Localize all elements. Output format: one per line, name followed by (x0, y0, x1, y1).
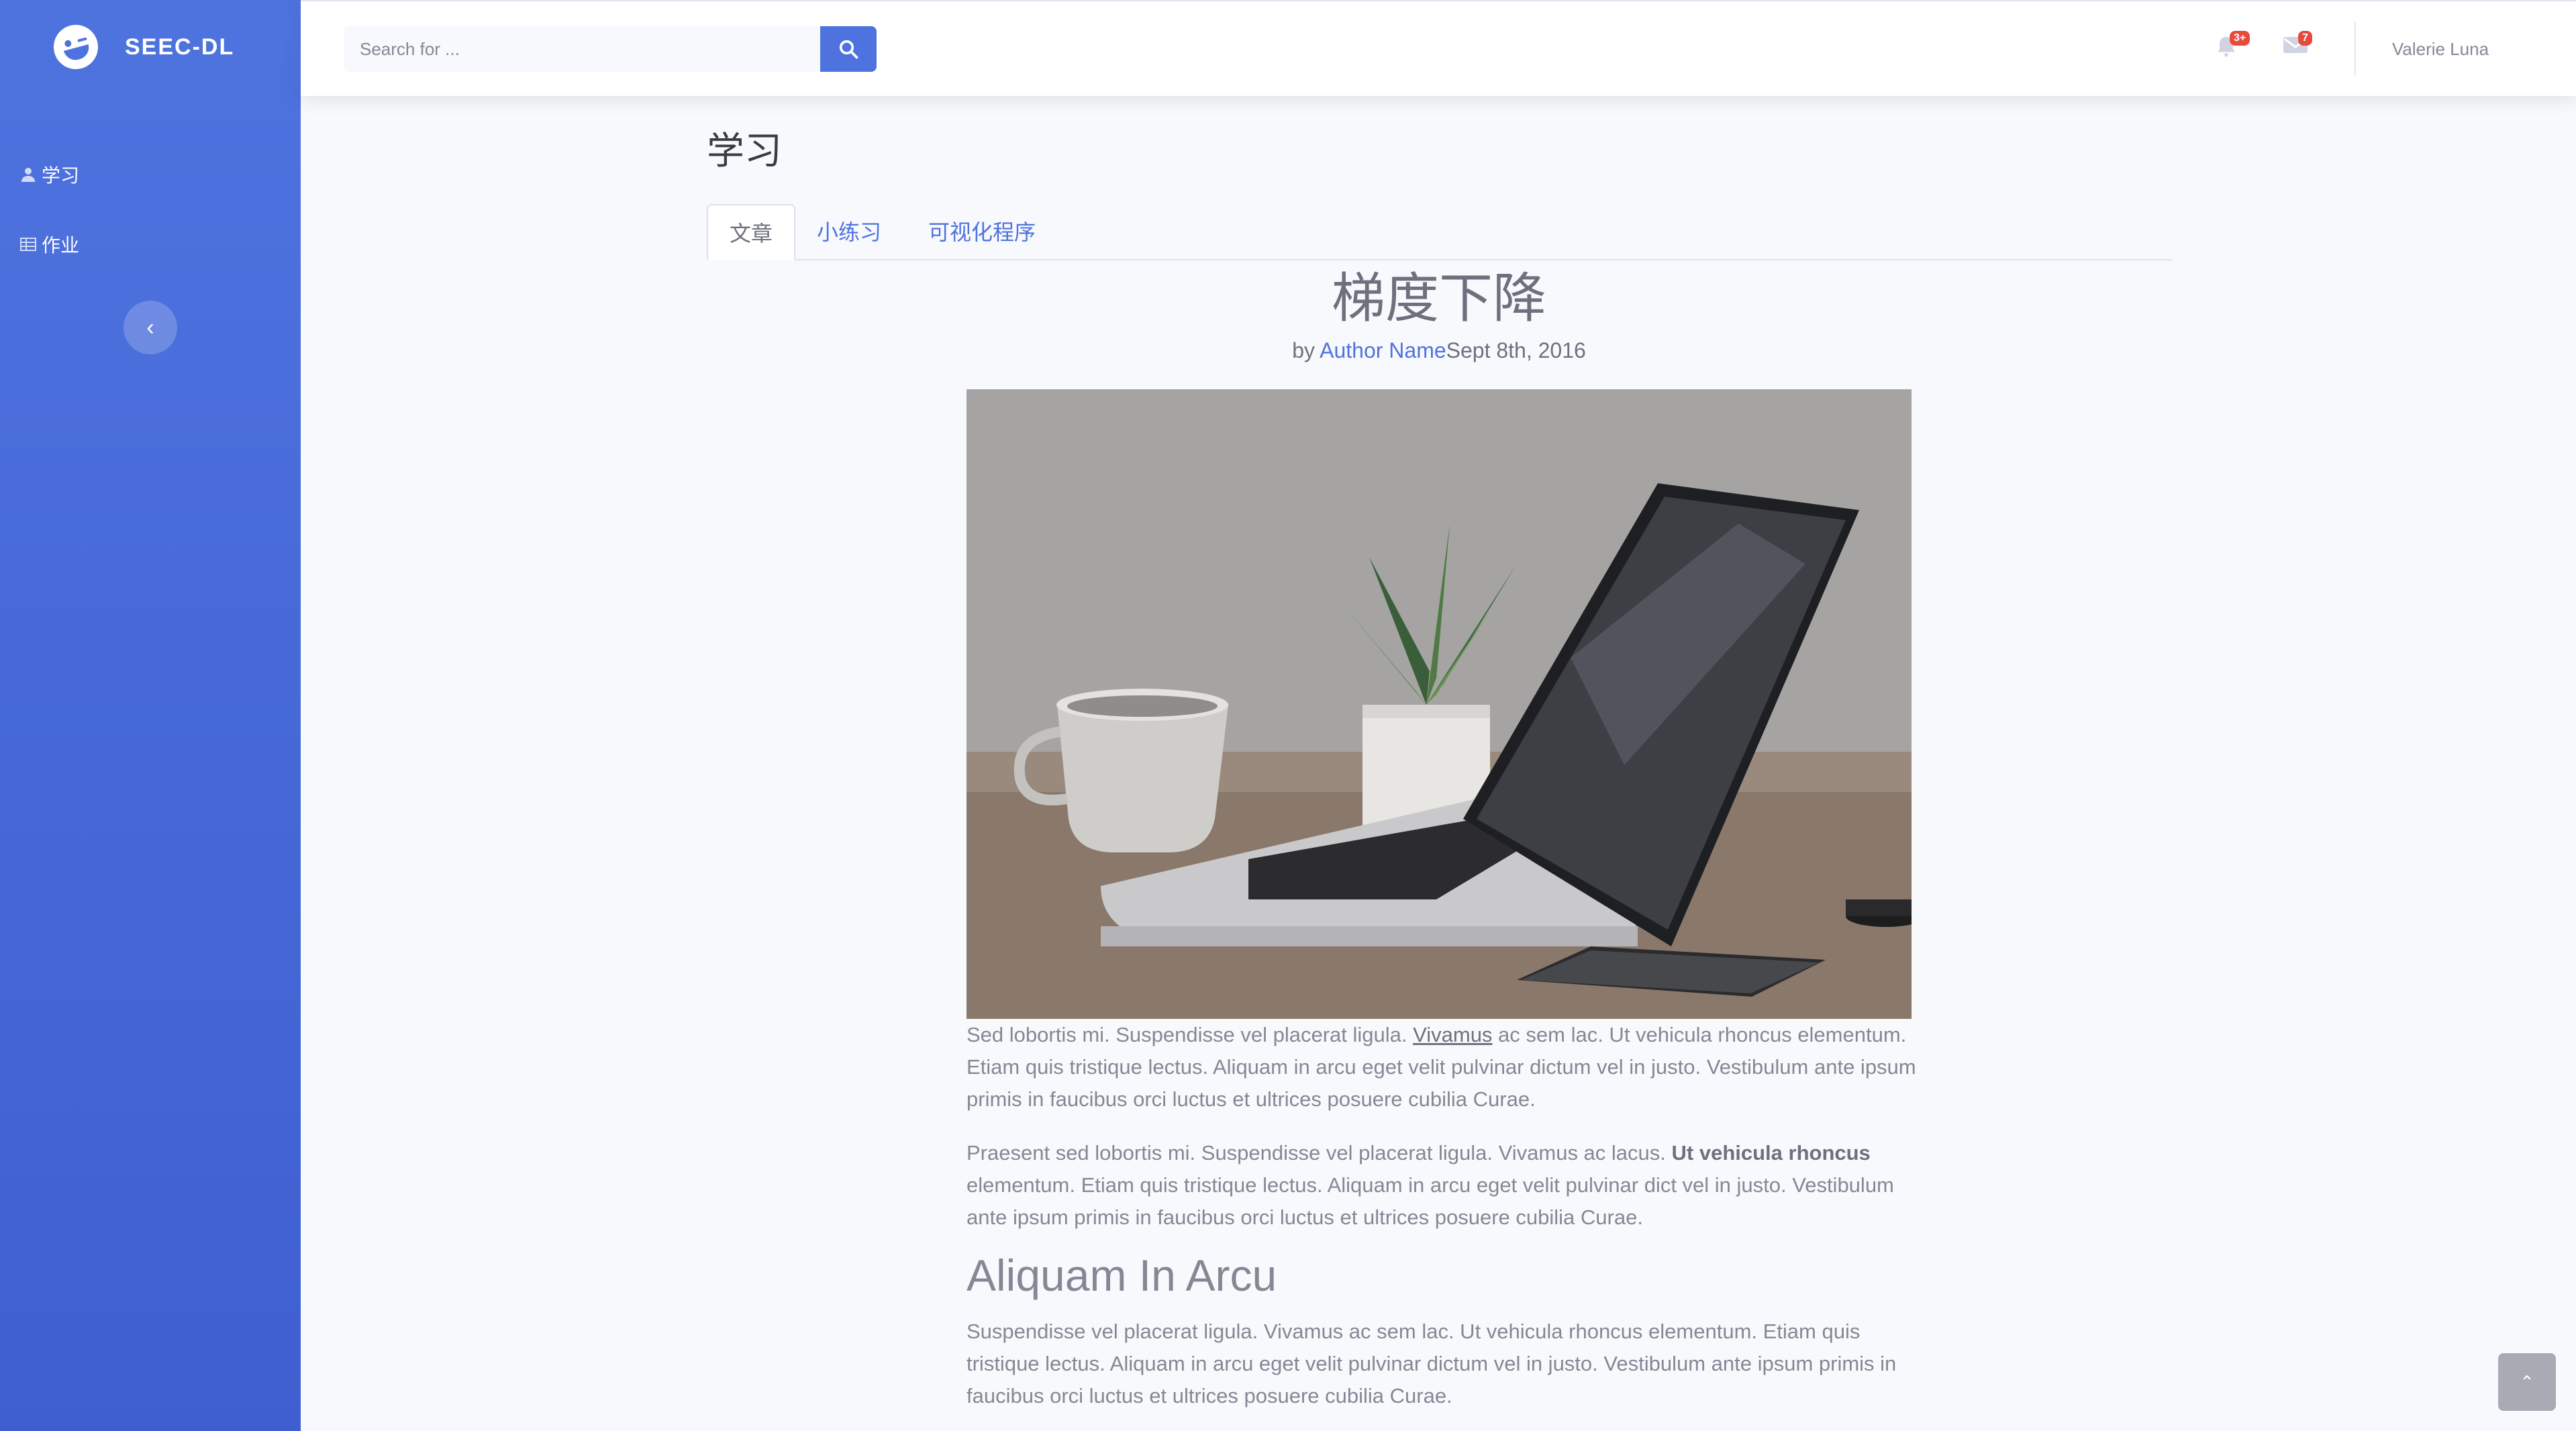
chevron-left-icon: ‹ (146, 314, 154, 340)
vivamus-link[interactable]: Vivamus (1413, 1023, 1492, 1046)
messages-badge: 7 (2298, 31, 2312, 46)
sidebar-item-label: 作业 (42, 235, 80, 256)
search-form (344, 26, 877, 72)
table-icon (20, 238, 36, 251)
alerts-button[interactable]: 3+ (2215, 31, 2250, 62)
section-heading: Aliquam In Arcu (967, 1250, 1277, 1300)
brand-link[interactable]: SEEC-DL (48, 19, 235, 75)
article-byline: by Author NameSept 8th, 2016 (967, 338, 1912, 363)
user-name[interactable]: Valerie Luna (2392, 39, 2489, 60)
scroll-to-top-button[interactable]: ⌃ (2498, 1353, 2556, 1411)
sidebar-item-homework[interactable]: 作业 (20, 231, 79, 258)
search-icon (839, 40, 858, 59)
sidebar-item-label: 学习 (42, 165, 80, 186)
alerts-badge: 3+ (2230, 31, 2250, 46)
tab-article[interactable]: 文章 (707, 204, 796, 260)
user-icon (21, 168, 35, 182)
laughing-face-icon (48, 19, 103, 75)
article-date: Sept 8th, 2016 (1446, 338, 1586, 362)
brand-name: SEEC-DL (125, 34, 235, 60)
search-button[interactable] (820, 26, 877, 72)
byline-prefix: by (1292, 338, 1320, 362)
article-paragraph-1: Sed lobortis mi. Suspendisse vel placera… (967, 1023, 1916, 1111)
search-input[interactable] (344, 26, 820, 72)
tab-visualization[interactable]: 可视化程序 (907, 204, 1057, 260)
topbar-divider (2355, 21, 2356, 75)
article-paragraph-3: Suspendisse vel placerat ligula. Vivamus… (967, 1320, 1897, 1408)
article-hero-image (967, 389, 1912, 1019)
topbar: 3+ 7 Valerie Luna (301, 0, 2576, 96)
sidebar: SEEC-DL 学习 作业 ‹ (0, 0, 301, 1431)
author-link[interactable]: Author Name (1320, 338, 1446, 362)
chevron-up-icon: ⌃ (2520, 1371, 2534, 1392)
article-paragraph-2: Praesent sed lobortis mi. Suspendisse ve… (967, 1141, 1894, 1229)
tab-exercises[interactable]: 小练习 (795, 204, 903, 260)
laptop-desk-illustration (967, 389, 1912, 1019)
sidebar-toggle-button[interactable]: ‹ (123, 301, 177, 354)
article-title: 梯度下降 (1332, 268, 1546, 328)
sidebar-item-study[interactable]: 学习 (20, 161, 79, 188)
tab-bar: 文章 小练习 可视化程序 (707, 204, 2172, 260)
page-title: 学习 (707, 130, 782, 172)
messages-button[interactable]: 7 (2283, 31, 2312, 62)
